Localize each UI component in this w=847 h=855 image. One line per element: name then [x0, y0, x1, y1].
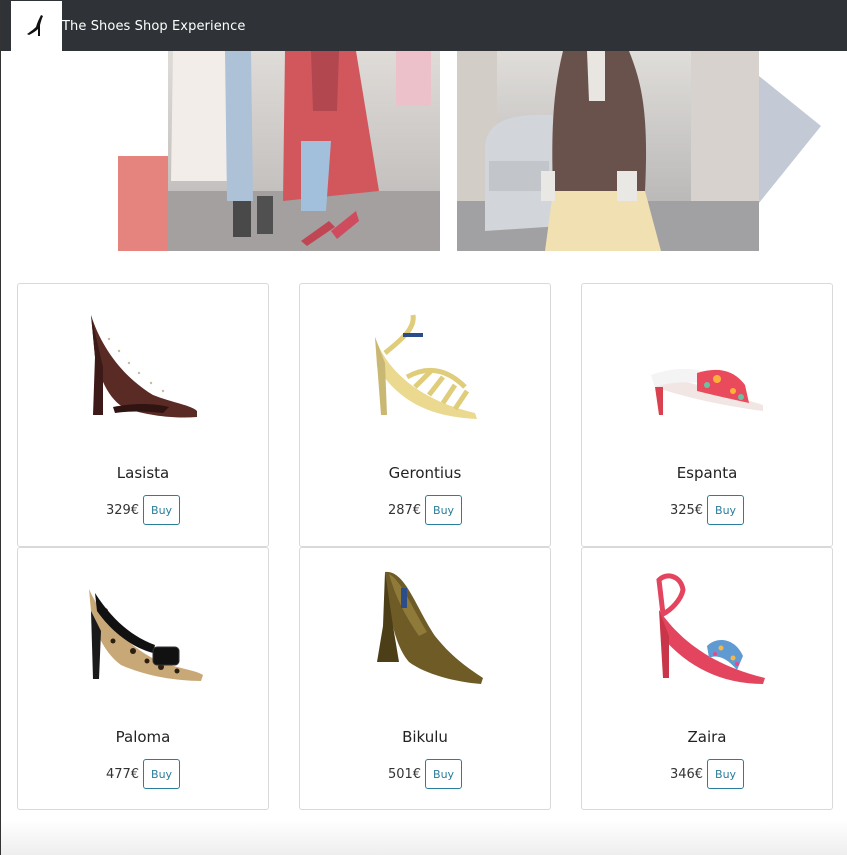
brand-title[interactable]: The Shoes Shop Experience — [62, 19, 245, 34]
buy-button[interactable]: Buy — [425, 495, 463, 525]
price-row: 477€ Buy — [18, 759, 268, 789]
product-price: 325€ — [669, 502, 704, 518]
product-name: Paloma — [115, 728, 171, 746]
product-name: Gerontius — [388, 464, 462, 482]
product-image[interactable] — [300, 558, 550, 703]
navbar: The Shoes Shop Experience — [1, 0, 847, 51]
logo[interactable] — [11, 1, 62, 51]
product-name: Bikulu — [402, 728, 448, 746]
shoe-espanta-image — [651, 368, 763, 415]
price-row: 287€ Buy — [300, 495, 550, 525]
shoe-paloma-image — [89, 588, 203, 681]
price-row: 325€ Buy — [582, 495, 832, 525]
product-image[interactable] — [582, 558, 832, 703]
product-image[interactable] — [18, 558, 268, 703]
price-row: 346€ Buy — [582, 759, 832, 789]
arrow-right-icon[interactable] — [759, 76, 821, 203]
product-price: 287€ — [387, 502, 422, 518]
product-card: Espanta 325€ Buy — [581, 283, 833, 547]
product-name: Espanta — [676, 464, 738, 482]
product-image[interactable] — [582, 294, 832, 439]
product-price: 477€ — [105, 766, 140, 782]
product-card: Paloma 477€ Buy — [17, 547, 269, 810]
accent-block — [118, 156, 170, 251]
buy-button[interactable]: Buy — [143, 759, 181, 789]
product-price: 501€ — [387, 766, 422, 782]
product-name: Lasista — [116, 464, 170, 482]
shoe-lasista-image — [91, 314, 197, 418]
hero-photo-left — [168, 51, 440, 251]
product-card: Zaira 346€ Buy — [581, 547, 833, 810]
product-card: Bikulu 501€ Buy — [299, 547, 551, 810]
product-image[interactable] — [18, 294, 268, 439]
shoe-gerontius-image — [375, 314, 477, 419]
buy-button[interactable]: Buy — [707, 759, 745, 789]
page-footer-shade — [1, 820, 847, 855]
buy-button[interactable]: Buy — [425, 759, 463, 789]
buy-button[interactable]: Buy — [707, 495, 745, 525]
price-row: 329€ Buy — [18, 495, 268, 525]
product-card: Lasista 329€ Buy — [17, 283, 269, 547]
product-price: 329€ — [105, 502, 140, 518]
shoe-zaira-image — [656, 572, 765, 684]
hero-photo-right — [457, 51, 759, 251]
product-name: Zaira — [687, 728, 727, 746]
hero-banner — [1, 51, 847, 256]
buy-button[interactable]: Buy — [143, 495, 181, 525]
product-price: 346€ — [669, 766, 704, 782]
product-card: Gerontius 287€ Buy — [299, 283, 551, 547]
price-row: 501€ Buy — [300, 759, 550, 789]
high-heel-icon — [26, 15, 43, 36]
shoe-bikulu-image — [377, 571, 483, 684]
product-image[interactable] — [300, 294, 550, 439]
